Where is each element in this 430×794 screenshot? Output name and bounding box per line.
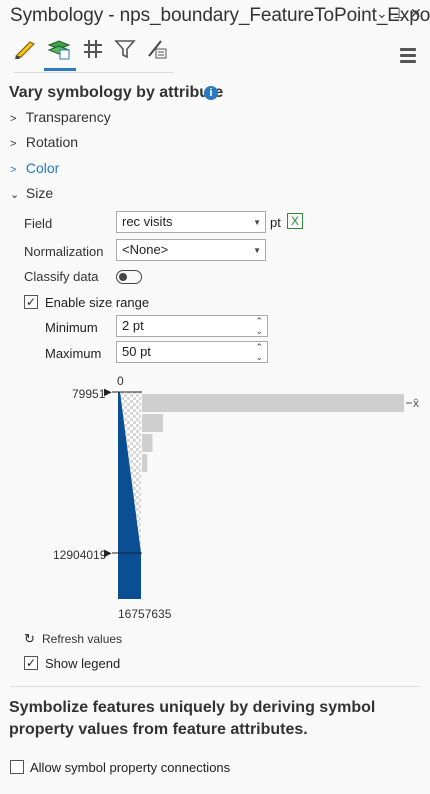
field-dropdown[interactable]: rec visits ▼ <box>116 211 266 233</box>
close-icon[interactable]: ✕ <box>410 5 422 22</box>
upper-handle-icon[interactable]: ▶ <box>104 387 112 398</box>
brush-icon[interactable] <box>14 38 36 60</box>
field-unit: pt <box>270 215 281 230</box>
expression-icon[interactable]: X <box>287 213 303 229</box>
normalization-value: <None> <box>122 242 169 257</box>
size-ramp-histogram <box>112 391 412 599</box>
description-text: Symbolize features uniquely by deriving … <box>9 699 376 738</box>
spinner-icon[interactable]: ⌃ ⌄ <box>255 316 263 336</box>
symbology-tabs <box>14 38 174 72</box>
refresh-icon[interactable]: ↻ <box>24 631 35 647</box>
info-icon[interactable]: i <box>204 86 218 100</box>
normalization-label: Normalization <box>24 244 104 259</box>
layer-map-icon[interactable] <box>48 38 70 60</box>
chevron-right-icon: > <box>10 113 17 125</box>
allow-connections-label: Allow symbol property connections <box>30 760 231 775</box>
section-divider <box>10 686 420 687</box>
allow-connections-checkbox[interactable] <box>10 760 24 774</box>
upper-handle-value: 79951 <box>72 387 106 401</box>
selected-tab-indicator <box>44 68 76 71</box>
lower-handle-icon[interactable]: ▶ <box>104 548 112 559</box>
size-section[interactable]: ⌄ Size <box>10 185 53 201</box>
tabs-divider <box>14 72 174 73</box>
section-label: Transparency <box>25 109 111 125</box>
chevron-right-icon: > <box>10 138 17 150</box>
show-legend-checkbox[interactable]: ✓ <box>24 656 38 670</box>
menu-icon[interactable] <box>400 48 416 66</box>
vary-by-attribute-heading: Vary symbology by attribute <box>9 84 224 101</box>
section-label: Size <box>25 185 54 201</box>
minimum-label: Minimum <box>45 320 98 335</box>
field-value: rec visits <box>122 214 173 229</box>
chevron-down-icon[interactable]: ⌄ <box>376 5 388 22</box>
mean-label: x̄ <box>413 396 419 410</box>
chevron-down-icon: ⌄ <box>10 189 20 201</box>
field-label: Field <box>24 216 53 231</box>
refresh-values-link[interactable]: Refresh values <box>42 632 122 646</box>
maximum-value: 50 pt <box>122 344 151 359</box>
section-label: Rotation <box>25 134 79 150</box>
grid-icon[interactable] <box>82 38 104 60</box>
transparency-section[interactable]: > Transparency <box>10 109 111 125</box>
normalization-dropdown[interactable]: <None> ▼ <box>116 239 266 261</box>
histogram-bars <box>142 394 404 472</box>
histogram-bar <box>142 394 404 412</box>
histogram-top-label: 0 <box>117 374 124 388</box>
funnel-icon[interactable] <box>114 38 136 60</box>
pane-title: Symbology - nps_boundary_FeatureToPoint_… <box>10 5 430 26</box>
lower-handle-value: 12904019 <box>53 548 107 562</box>
chevron-right-icon: > <box>10 164 17 176</box>
histogram-bar <box>142 434 153 452</box>
pin-icon[interactable]: ⊥ <box>393 5 405 22</box>
enable-size-range-checkbox[interactable]: ✓ <box>24 295 38 309</box>
dropdown-arrow-icon: ▼ <box>253 218 261 227</box>
histogram-bar <box>142 414 163 432</box>
histogram-bar <box>142 454 148 472</box>
minimum-input[interactable]: 2 pt ⌃ ⌄ <box>116 315 268 337</box>
color-section[interactable]: > Color <box>10 160 59 176</box>
rotation-section[interactable]: > Rotation <box>10 134 78 150</box>
maximum-input[interactable]: 50 pt ⌃ ⌄ <box>116 341 268 363</box>
classify-toggle[interactable] <box>116 270 142 284</box>
enable-size-range-label: Enable size range <box>45 295 150 310</box>
show-legend-label: Show legend <box>45 656 121 671</box>
dropdown-arrow-icon: ▼ <box>253 246 261 255</box>
ruler-list-icon[interactable] <box>146 38 168 60</box>
section-label: Color <box>25 160 60 176</box>
maximum-label: Maximum <box>45 346 102 361</box>
spinner-icon[interactable]: ⌃ ⌄ <box>255 342 263 362</box>
classify-label: Classify data <box>24 269 99 284</box>
histogram-bottom-label: 16757635 <box>118 607 172 621</box>
minimum-value: 2 pt <box>122 318 144 333</box>
